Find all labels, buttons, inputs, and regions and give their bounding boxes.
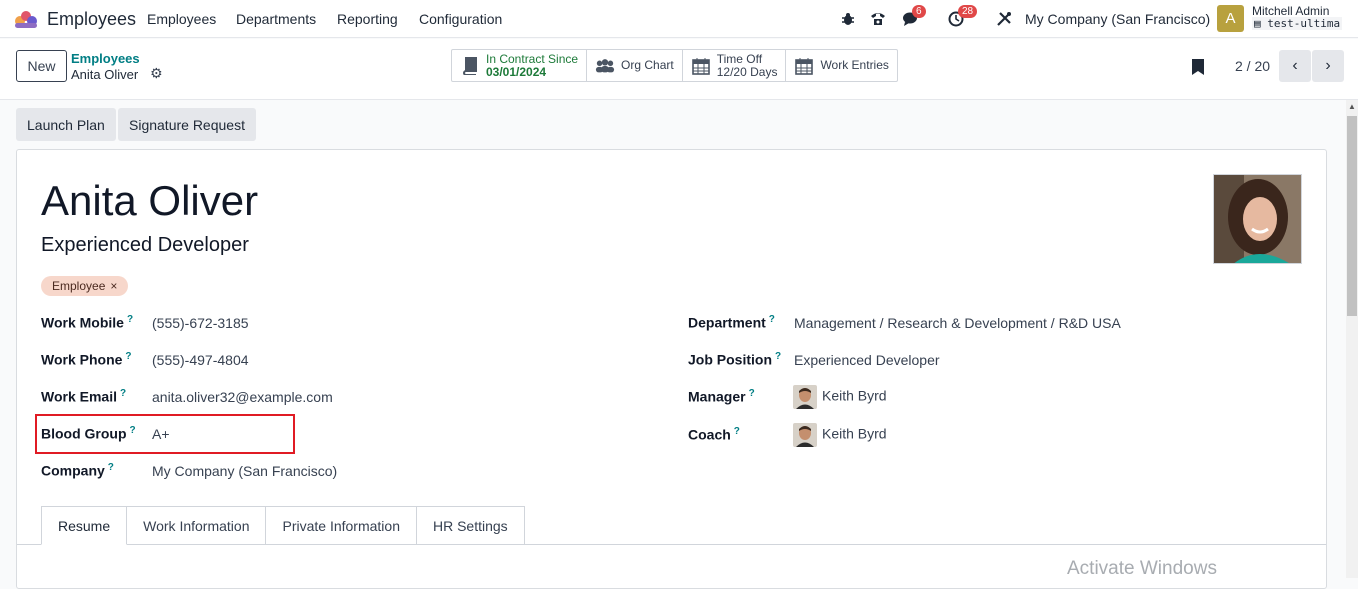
- menu-configuration[interactable]: Configuration: [419, 11, 502, 27]
- activate-windows-watermark: Activate Windows: [1067, 558, 1217, 579]
- user-avatar[interactable]: A: [1217, 5, 1244, 32]
- activities-badge: 28: [958, 5, 978, 18]
- database-icon: ▤: [1254, 17, 1261, 30]
- field-label-department: Department?: [688, 314, 775, 331]
- field-value-company[interactable]: My Company (San Francisco): [152, 463, 337, 479]
- field-value-work-mobile[interactable]: (555)-672-3185: [152, 315, 249, 331]
- scroll-up-arrow-icon[interactable]: ▲: [1347, 102, 1357, 112]
- tag-remove-icon[interactable]: ×: [110, 279, 117, 293]
- menu-reporting[interactable]: Reporting: [337, 11, 398, 27]
- help-icon[interactable]: ?: [127, 314, 133, 325]
- app-logo-icon[interactable]: [12, 9, 40, 29]
- menu-employees[interactable]: Employees: [147, 11, 216, 27]
- time-off-label: Time Off: [716, 51, 763, 66]
- help-icon[interactable]: ?: [769, 314, 775, 325]
- chevron-left-icon: ‹: [1292, 57, 1298, 74]
- tab-private-information[interactable]: Private Information: [266, 506, 417, 545]
- scrollbar-thumb[interactable]: [1347, 116, 1357, 316]
- help-icon[interactable]: ?: [749, 388, 755, 399]
- tag-label: Employee: [52, 279, 106, 293]
- field-value-coach[interactable]: Keith Byrd: [793, 423, 887, 447]
- help-icon[interactable]: ?: [120, 388, 126, 399]
- help-icon[interactable]: ?: [108, 462, 114, 473]
- work-entries-label: Work Entries: [820, 58, 889, 72]
- field-label-work-email: Work Email?: [41, 388, 127, 405]
- signature-request-button[interactable]: Signature Request: [118, 108, 256, 141]
- field-label-coach: Coach?: [688, 426, 740, 443]
- launch-plan-button[interactable]: Launch Plan: [16, 108, 116, 141]
- help-icon[interactable]: ?: [775, 351, 781, 362]
- pager-next-button[interactable]: ›: [1312, 50, 1344, 82]
- contract-text: In Contract Since 03/01/2024: [486, 51, 579, 79]
- phone-icon[interactable]: [868, 9, 888, 29]
- book-icon: [460, 56, 480, 76]
- control-panel: New Employees Anita Oliver ⚙ In Contract…: [0, 39, 1358, 100]
- org-chart-label: Org Chart: [621, 58, 674, 72]
- field-label-work-phone: Work Phone?: [41, 351, 132, 368]
- tab-hr-settings[interactable]: HR Settings: [416, 506, 525, 545]
- time-off-value: 12/20 Days: [716, 64, 778, 79]
- smart-buttons: In Contract Since 03/01/2024 Org Chart T…: [451, 49, 898, 82]
- breadcrumb-current: Anita Oliver: [71, 67, 139, 82]
- bookmark-icon[interactable]: [1191, 58, 1205, 76]
- employee-name[interactable]: Anita Oliver: [41, 177, 258, 225]
- breadcrumb-employees[interactable]: Employees: [71, 51, 140, 66]
- field-label-company: Company?: [41, 462, 114, 479]
- work-entries-smart-button[interactable]: Work Entries: [786, 50, 896, 81]
- field-value-work-phone[interactable]: (555)-497-4804: [152, 352, 249, 368]
- time-off-smart-button[interactable]: Time Off 12/20 Days: [683, 50, 787, 81]
- messages-icon[interactable]: 6: [901, 5, 926, 29]
- field-label-manager: Manager?: [688, 388, 755, 405]
- contract-value: 03/01/2024: [486, 64, 547, 79]
- users-icon: [595, 56, 615, 76]
- pager-value[interactable]: 2 / 20: [1235, 58, 1270, 74]
- org-chart-smart-button[interactable]: Org Chart: [587, 50, 683, 81]
- coach-avatar: [793, 423, 817, 447]
- calendar-icon: [691, 56, 711, 76]
- contract-label: In Contract Since: [486, 51, 579, 66]
- help-icon[interactable]: ?: [734, 426, 740, 437]
- tab-resume[interactable]: Resume: [41, 506, 128, 545]
- company-switcher[interactable]: My Company (San Francisco): [1025, 11, 1210, 27]
- database-label: test-ultima: [1267, 17, 1341, 30]
- app-title[interactable]: Employees: [47, 9, 136, 30]
- field-value-work-email[interactable]: anita.oliver32@example.com: [152, 389, 333, 405]
- new-button[interactable]: New: [16, 50, 67, 82]
- messages-badge: 6: [912, 5, 926, 18]
- notebook-tabs: Resume Work Information Private Informat…: [41, 506, 525, 545]
- gear-icon[interactable]: ⚙: [150, 65, 163, 82]
- coach-name: Keith Byrd: [822, 425, 887, 442]
- debug-bug-icon[interactable]: [838, 9, 858, 29]
- field-label-work-mobile: Work Mobile?: [41, 314, 134, 331]
- time-off-text: Time Off 12/20 Days: [716, 51, 778, 79]
- calendar-icon: [794, 56, 814, 76]
- field-value-department[interactable]: Management / Research & Development / R&…: [794, 315, 1121, 331]
- menu-departments[interactable]: Departments: [236, 11, 316, 27]
- tab-work-information[interactable]: Work Information: [127, 506, 267, 545]
- database-name: ▤ test-ultima: [1252, 17, 1343, 30]
- field-label-job-position: Job Position?: [688, 351, 782, 368]
- field-value-job-position[interactable]: Experienced Developer: [794, 352, 940, 368]
- help-icon[interactable]: ?: [125, 351, 131, 362]
- pager-previous-button[interactable]: ‹: [1279, 50, 1311, 82]
- chevron-right-icon: ›: [1325, 57, 1331, 74]
- employee-job-title[interactable]: Experienced Developer: [41, 234, 249, 257]
- employee-tag[interactable]: Employee ×: [41, 276, 129, 296]
- field-value-manager[interactable]: Keith Byrd: [793, 385, 887, 409]
- contract-smart-button[interactable]: In Contract Since 03/01/2024: [452, 50, 588, 81]
- manager-name: Keith Byrd: [822, 387, 887, 404]
- manager-avatar: [793, 385, 817, 409]
- top-navbar: Employees Employees Departments Reportin…: [0, 0, 1358, 38]
- tools-icon[interactable]: [994, 9, 1014, 29]
- activities-clock-icon[interactable]: 28: [946, 5, 978, 29]
- user-name[interactable]: Mitchell Admin: [1252, 4, 1329, 18]
- blood-group-highlight: [35, 414, 295, 454]
- employee-photo[interactable]: [1213, 174, 1302, 264]
